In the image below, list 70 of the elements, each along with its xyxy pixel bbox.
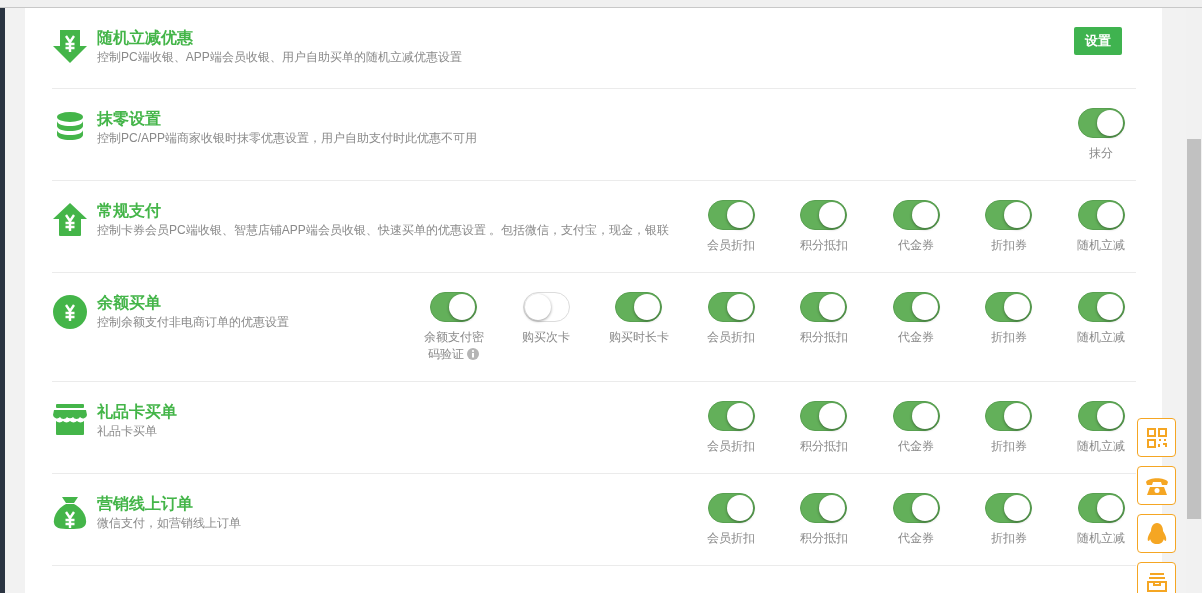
switch-label: 折扣券: [990, 439, 1027, 453]
toggle-switch[interactable]: [892, 200, 940, 230]
yen-coin-icon: [52, 294, 88, 330]
inbox-button[interactable]: [1137, 562, 1176, 593]
section-description: 微信支付，如营销线上订单: [97, 515, 242, 531]
switch-label: 积分抵扣: [799, 330, 848, 344]
toggle-switch[interactable]: [892, 493, 940, 523]
toggle-switch[interactable]: [707, 493, 755, 523]
switch-label: 积分抵扣: [799, 439, 848, 453]
yen-down-arrow-icon: [52, 29, 88, 65]
switch-label: 会员折扣: [707, 238, 755, 252]
toggle-switch[interactable]: [985, 200, 1032, 230]
toggle-switch[interactable]: [707, 200, 755, 230]
switch-label: 代金券: [898, 439, 934, 453]
toggle-switch[interactable]: [707, 292, 755, 322]
toggle-switch[interactable]: [985, 401, 1032, 431]
toggle-switch[interactable]: [615, 292, 662, 322]
money-bag-icon: [52, 495, 88, 531]
qr-code-icon: [1145, 426, 1168, 449]
section-description: 控制卡券会员PC端收银、智慧店铺APP端会员收银、快速买单的优惠设置 。包括微信，支付宝，现金，银联: [97, 222, 670, 238]
switch-label: 会员折扣: [707, 439, 755, 453]
section-description: 控制PC端收银、APP端会员收银、用户自助买单的随机立减优惠设置: [97, 49, 463, 65]
toggle-switch[interactable]: [800, 200, 847, 230]
section-title: 营销线上订单: [97, 494, 194, 514]
switch-label: 折扣券: [990, 330, 1027, 344]
toggle-switch[interactable]: [892, 292, 940, 322]
section-title: 余额买单: [97, 293, 162, 313]
penguin-button[interactable]: [1137, 514, 1176, 553]
section-description: 控制余额支付非电商订单的优惠设置: [97, 314, 290, 330]
section-description: 控制PC/APP端商家收银时抹零优惠设置，用户自助支付时此优惠不可用: [97, 130, 478, 146]
switch-label: 随机立减: [1077, 330, 1125, 344]
switch-label: 积分抵扣: [799, 238, 848, 252]
section-title: 随机立减优惠: [97, 28, 194, 48]
switch-label: 积分抵扣: [799, 531, 848, 545]
settings-button[interactable]: 设置: [1074, 27, 1122, 55]
switch-label: 代金券: [898, 238, 934, 252]
toggle-switch[interactable]: [800, 401, 847, 431]
section-title: 常规支付: [97, 201, 162, 221]
phone-button[interactable]: [1137, 466, 1176, 505]
toggle-switch[interactable]: [1077, 200, 1125, 230]
switch-label: 代金券: [898, 330, 934, 344]
penguin-icon: [1146, 521, 1167, 546]
switch-label: 折扣券: [990, 238, 1027, 252]
switch-label: 代金券: [898, 531, 934, 545]
switch-label: 购买次卡: [522, 330, 570, 344]
switch-label: 折扣券: [990, 531, 1027, 545]
toggle-switch[interactable]: [430, 292, 477, 322]
section-title: 礼品卡买单: [97, 402, 178, 422]
switch-label: 抹分: [1089, 146, 1113, 160]
toggle-switch[interactable]: [1077, 292, 1125, 322]
section-description: 礼品卡买单: [97, 423, 158, 439]
switch-label: 会员折扣: [707, 330, 755, 344]
switch-label: 购买时长卡: [608, 330, 669, 344]
toggle-switch[interactable]: [985, 493, 1032, 523]
toggle-switch[interactable]: [800, 292, 847, 322]
toggle-switch[interactable]: [800, 493, 847, 523]
qr-code-button[interactable]: [1137, 418, 1176, 457]
toggle-switch[interactable]: [1077, 401, 1125, 431]
switch-label: 随机立减: [1077, 531, 1125, 545]
yen-house-icon: [52, 202, 88, 238]
switch-label: 随机立减: [1077, 439, 1125, 453]
toggle-switch[interactable]: [1077, 493, 1125, 523]
section-title: 抹零设置: [97, 109, 162, 129]
toggle-switch[interactable]: [707, 401, 755, 431]
toggle-switch[interactable]: [985, 292, 1032, 322]
switch-label: 会员折扣: [707, 531, 755, 545]
toggle-switch[interactable]: [892, 401, 940, 431]
switch-label: 余额支付密码验证: [423, 330, 484, 361]
switch-label: 随机立减: [1077, 238, 1125, 252]
toggle-switch[interactable]: [1077, 108, 1125, 138]
